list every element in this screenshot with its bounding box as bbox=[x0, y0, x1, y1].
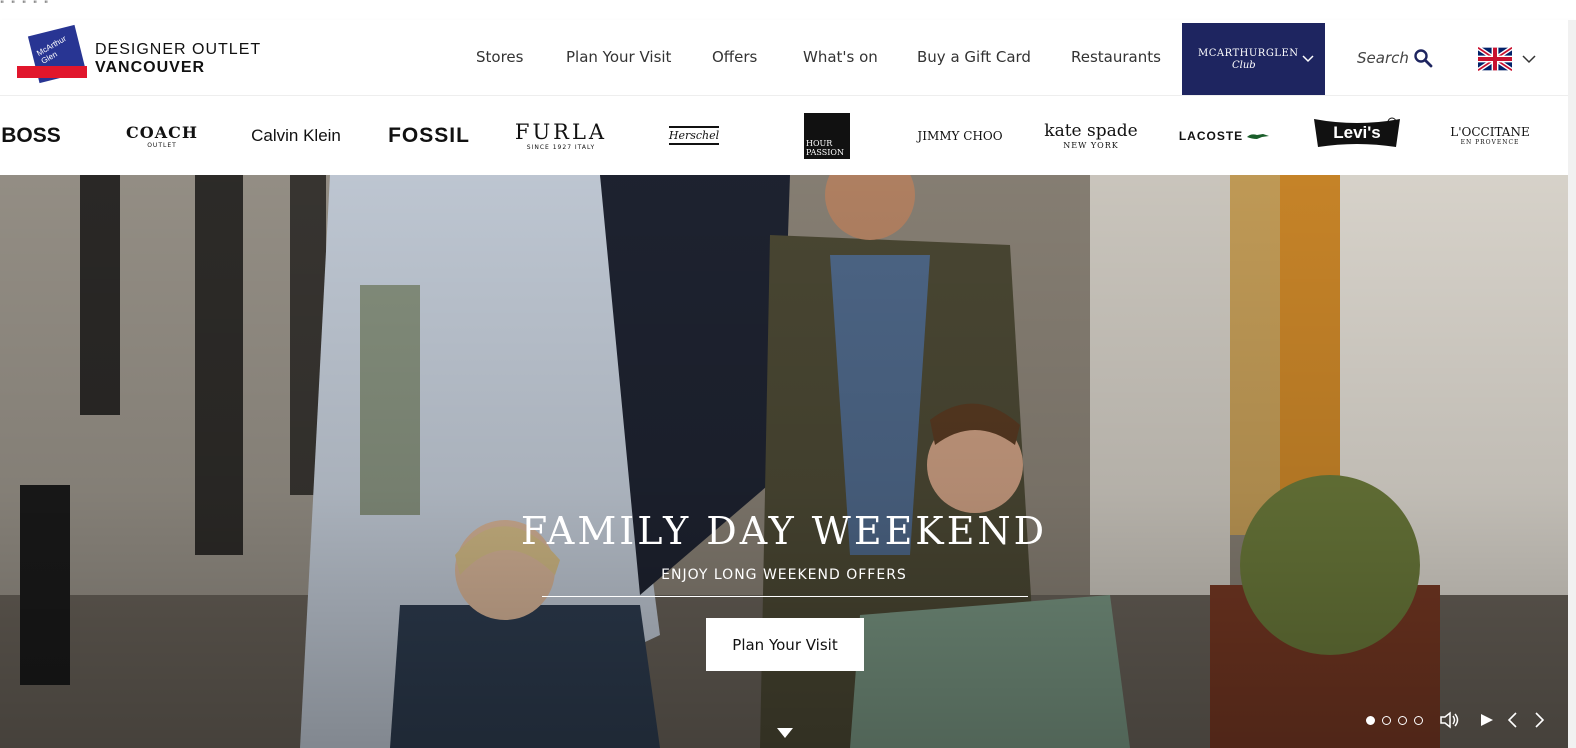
chevron-down-icon bbox=[1302, 55, 1314, 63]
brand-logo-kate-spade[interactable]: kate spade NEW YORK bbox=[1040, 96, 1142, 175]
search-icon bbox=[1414, 49, 1433, 68]
uk-flag-icon bbox=[1478, 46, 1512, 72]
brand-logo-fossil[interactable]: FOSSIL bbox=[380, 96, 478, 175]
brand-name: Herschel bbox=[668, 126, 720, 145]
brand-name: kate spade bbox=[1044, 121, 1138, 141]
brand-name: Levi's bbox=[1333, 122, 1381, 142]
top-strip: " " " " " bbox=[0, 0, 1576, 20]
brand-logo-herschel[interactable]: Herschel bbox=[664, 96, 724, 175]
hour-passion-box: HOUR PASSION bbox=[804, 112, 850, 159]
carousel-controls bbox=[1366, 710, 1556, 730]
page-scrollbar[interactable] bbox=[1568, 20, 1576, 748]
carousel-dot[interactable] bbox=[1398, 716, 1407, 725]
chevron-right-icon[interactable] bbox=[1528, 710, 1550, 730]
language-selector[interactable] bbox=[1478, 46, 1538, 72]
brand-subname: EN PROVENCE bbox=[1460, 139, 1520, 146]
brand-name: COACH bbox=[126, 122, 198, 142]
carousel-dot[interactable] bbox=[1382, 716, 1391, 725]
brand-subname: NEW YORK bbox=[1063, 141, 1119, 150]
brand-logo-hour-passion[interactable]: HOUR PASSION bbox=[804, 96, 850, 175]
brand-logo-loccitane[interactable]: L'OCCITANE EN PROVENCE bbox=[1448, 96, 1532, 175]
carousel-dot[interactable] bbox=[1414, 716, 1423, 725]
nav-item-buy-gift-card[interactable]: Buy a Gift Card bbox=[917, 48, 1031, 66]
hero-video-banner: FAMILY DAY WEEKEND ENJOY LONG WEEKEND OF… bbox=[0, 175, 1568, 748]
brand-name: L'OCCITANE bbox=[1450, 125, 1530, 139]
brand-logo-carousel: BOSS COACH OUTLET Calvin Klein FOSSIL FU… bbox=[0, 96, 1576, 175]
chevron-down-icon bbox=[1522, 55, 1536, 64]
brand-logo-jimmy-choo[interactable]: JIMMY CHOO bbox=[917, 96, 1003, 175]
hero-divider bbox=[542, 596, 1028, 597]
brand-name: FURLA bbox=[514, 120, 608, 144]
brand-name: LACOSTE bbox=[1178, 128, 1244, 143]
top-strip-marks: " " " " " bbox=[0, 0, 51, 10]
brand-logo-furla[interactable]: FURLA SINCE 1927 ITALY bbox=[514, 96, 608, 175]
club-dropdown-button[interactable]: MCARTHURGLEN Club bbox=[1182, 23, 1325, 95]
club-sublabel: Club bbox=[1232, 60, 1256, 71]
carousel-dot[interactable] bbox=[1366, 716, 1375, 725]
nav-item-offers[interactable]: Offers bbox=[712, 48, 757, 66]
nav-item-whats-on[interactable]: What's on bbox=[803, 48, 878, 66]
brand-name: FOSSIL bbox=[388, 123, 470, 147]
mcarthurglen-logo-mark: McArthur Glen bbox=[17, 24, 89, 88]
plan-your-visit-button[interactable]: Plan Your Visit bbox=[706, 618, 864, 671]
brand-logo-lacoste[interactable]: LACOSTE bbox=[1178, 96, 1270, 175]
nav-item-stores[interactable]: Stores bbox=[476, 48, 523, 66]
brand-name-line-2: PASSION bbox=[806, 147, 844, 157]
search-label: Search bbox=[1357, 49, 1409, 67]
brand-name: JIMMY CHOO bbox=[917, 128, 1003, 143]
levis-batwing: Levi's bbox=[1312, 117, 1402, 155]
brand-logo-levis[interactable]: Levi's bbox=[1312, 96, 1402, 175]
brand-subname: OUTLET bbox=[147, 141, 177, 149]
brand-name-line-1: HOUR bbox=[806, 138, 833, 148]
logo-line-2: VANCOUVER bbox=[95, 59, 206, 76]
brand-name: Calvin Klein bbox=[251, 125, 341, 145]
nav-item-plan-your-visit[interactable]: Plan Your Visit bbox=[566, 48, 671, 66]
brand-name: BOSS bbox=[1, 123, 61, 147]
brand-logo-calvin-klein[interactable]: Calvin Klein bbox=[246, 96, 346, 175]
logo-line-1: DESIGNER OUTLET bbox=[95, 41, 262, 58]
hero-subtitle: ENJOY LONG WEEKEND OFFERS bbox=[661, 567, 907, 583]
brand-logo-boss[interactable]: BOSS bbox=[0, 96, 62, 175]
hero-title: FAMILY DAY WEEKEND bbox=[520, 509, 1048, 553]
crocodile-icon bbox=[1247, 133, 1270, 139]
brand-logo-coach[interactable]: COACH OUTLET bbox=[112, 96, 212, 175]
chevron-left-icon[interactable] bbox=[1502, 710, 1524, 730]
play-icon[interactable] bbox=[1476, 710, 1498, 730]
nav-item-restaurants[interactable]: Restaurants bbox=[1071, 48, 1161, 66]
site-header: McArthur Glen DESIGNER OUTLET VANCOUVER … bbox=[0, 20, 1576, 96]
brand-subname: SINCE 1927 ITALY bbox=[526, 144, 596, 151]
site-logo[interactable]: McArthur Glen DESIGNER OUTLET VANCOUVER bbox=[17, 24, 267, 88]
club-label: MCARTHURGLEN bbox=[1198, 48, 1299, 59]
logo-red-bar bbox=[17, 66, 87, 78]
scroll-down-arrow-icon[interactable] bbox=[776, 727, 794, 739]
volume-icon[interactable] bbox=[1438, 710, 1460, 730]
